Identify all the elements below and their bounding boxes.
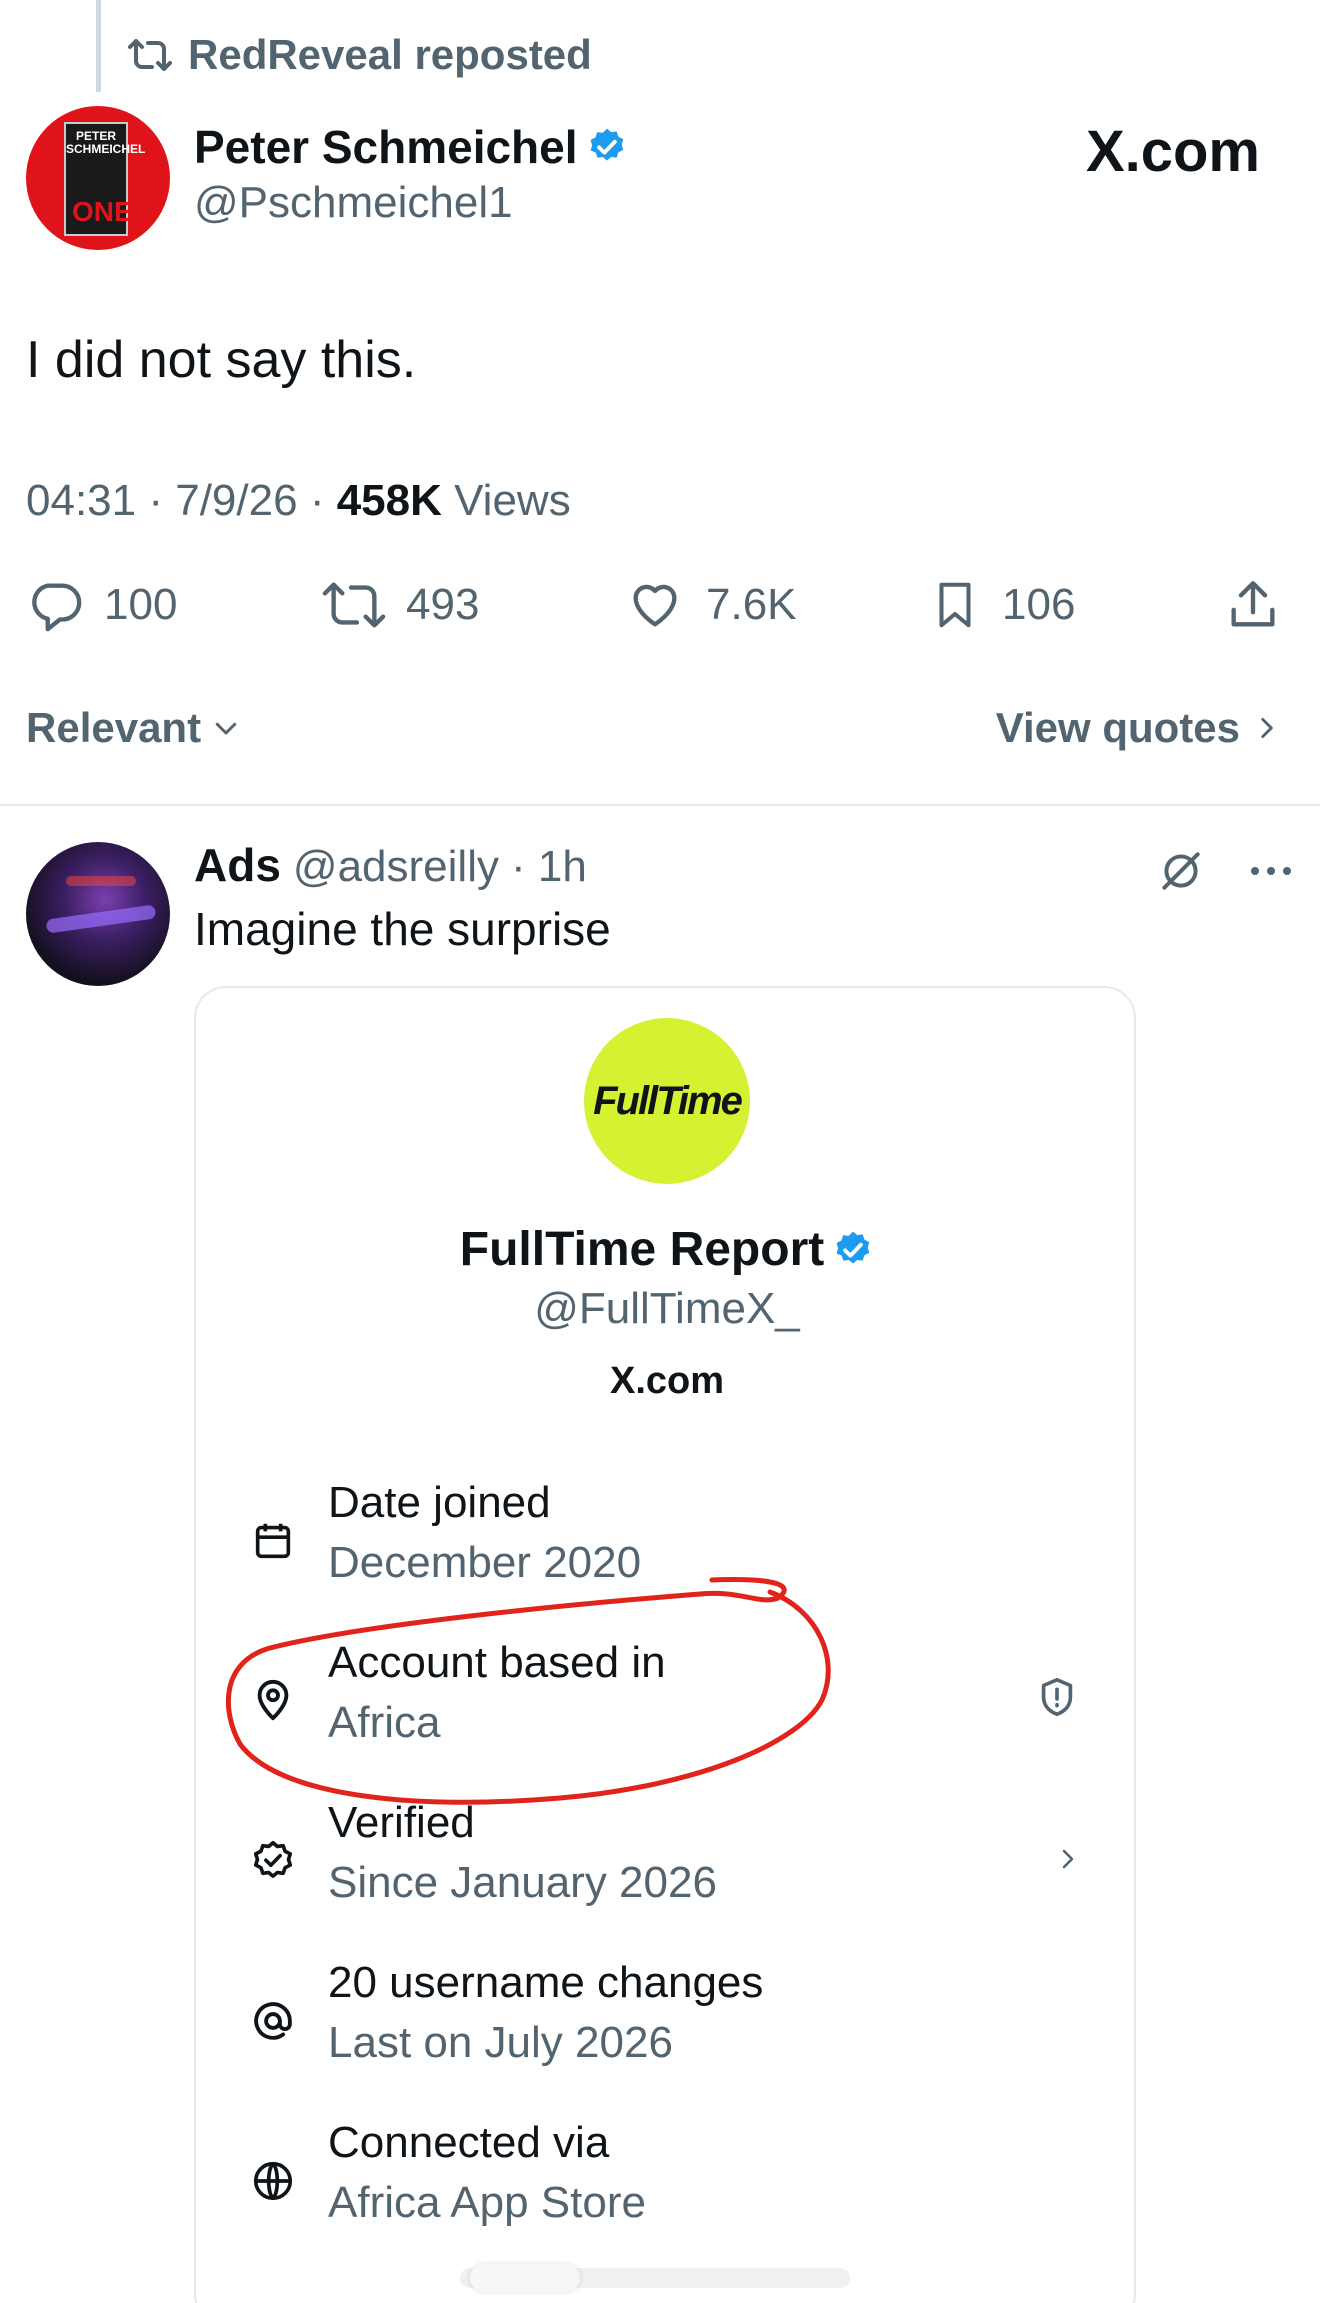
scrollbar-thumb[interactable] bbox=[470, 2264, 580, 2292]
annotation-circle bbox=[225, 1577, 831, 1805]
